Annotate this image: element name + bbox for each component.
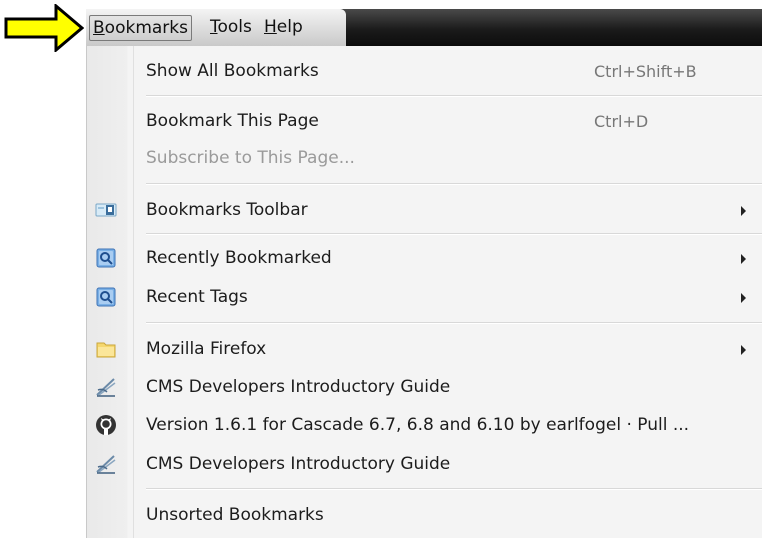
folder-icon xyxy=(96,342,116,358)
submenu-arrow-icon xyxy=(741,293,746,303)
menu-separator xyxy=(146,95,762,97)
menu-item-recent-tags[interactable]: Recent Tags xyxy=(87,278,762,317)
menu-item-label: CMS Developers Introductory Guide xyxy=(146,377,451,397)
menu-item-label: Unsorted Bookmarks xyxy=(146,505,324,525)
submenu-arrow-icon xyxy=(741,254,746,264)
menu-item-bookmark-cms-guide[interactable]: CMS Developers Introductory Guide xyxy=(87,445,762,484)
menu-item-bookmark-github-pull[interactable]: Version 1.6.1 for Cascade 6.7, 6.8 and 6… xyxy=(87,406,762,445)
menu-item-label: CMS Developers Introductory Guide xyxy=(146,454,451,474)
menu-item-bookmark-this-page[interactable]: Bookmark This Page Ctrl+D xyxy=(87,102,762,141)
menu-help[interactable]: Help xyxy=(264,15,303,41)
menu-item-recently-bookmarked[interactable]: Recently Bookmarked xyxy=(87,239,762,278)
menu-item-shortcut: Ctrl+Shift+B xyxy=(594,62,697,81)
menu-separator xyxy=(146,183,762,185)
smart-folder-icon xyxy=(96,287,116,307)
menu-item-label: Recent Tags xyxy=(146,287,248,307)
menu-item-label: Version 1.6.1 for Cascade 6.7, 6.8 and 6… xyxy=(146,415,690,435)
menu-item-bookmarks-toolbar[interactable]: Bookmarks Toolbar xyxy=(87,191,762,230)
menu-separator xyxy=(146,233,762,235)
menu-item-label: Mozilla Firefox xyxy=(146,339,267,359)
menu-item-label: Recently Bookmarked xyxy=(146,248,332,268)
menu-bar-items: Bookmarks Tools Help xyxy=(86,9,346,46)
menu-item-label: Show All Bookmarks xyxy=(146,61,319,81)
menu-item-label: Bookmarks Toolbar xyxy=(146,200,308,220)
pen-logo-icon xyxy=(96,378,116,397)
menu-item-mozilla-firefox[interactable]: Mozilla Firefox xyxy=(87,330,762,369)
menu-item-show-all-bookmarks[interactable]: Show All Bookmarks Ctrl+Shift+B xyxy=(87,52,762,91)
menu-item-subscribe-to-this-page: Subscribe to This Page... xyxy=(87,139,762,178)
submenu-arrow-icon xyxy=(741,345,746,355)
menu-bookmarks[interactable]: Bookmarks xyxy=(89,15,192,41)
smart-folder-icon xyxy=(96,248,116,268)
menu-item-unsorted-bookmarks[interactable]: Unsorted Bookmarks xyxy=(87,496,762,535)
menu-bar: Bookmarks Tools Help xyxy=(86,9,762,46)
menu-item-label: Bookmark This Page xyxy=(146,111,319,131)
menu-tools[interactable]: Tools xyxy=(210,15,252,41)
menu-separator xyxy=(146,488,762,490)
bookmarks-toolbar-icon xyxy=(95,203,117,217)
menu-separator xyxy=(146,322,762,324)
yellow-pointer-arrow-icon xyxy=(4,4,84,52)
pen-logo-icon xyxy=(96,455,116,474)
menu-item-shortcut: Ctrl+D xyxy=(594,112,649,131)
bookmarks-dropdown-menu: Show All Bookmarks Ctrl+Shift+B Bookmark… xyxy=(86,46,762,538)
menu-item-label: Subscribe to This Page... xyxy=(146,148,355,168)
menu-item-bookmark-cms-guide[interactable]: CMS Developers Introductory Guide xyxy=(87,368,762,407)
submenu-arrow-icon xyxy=(741,206,746,216)
github-icon xyxy=(96,415,116,435)
